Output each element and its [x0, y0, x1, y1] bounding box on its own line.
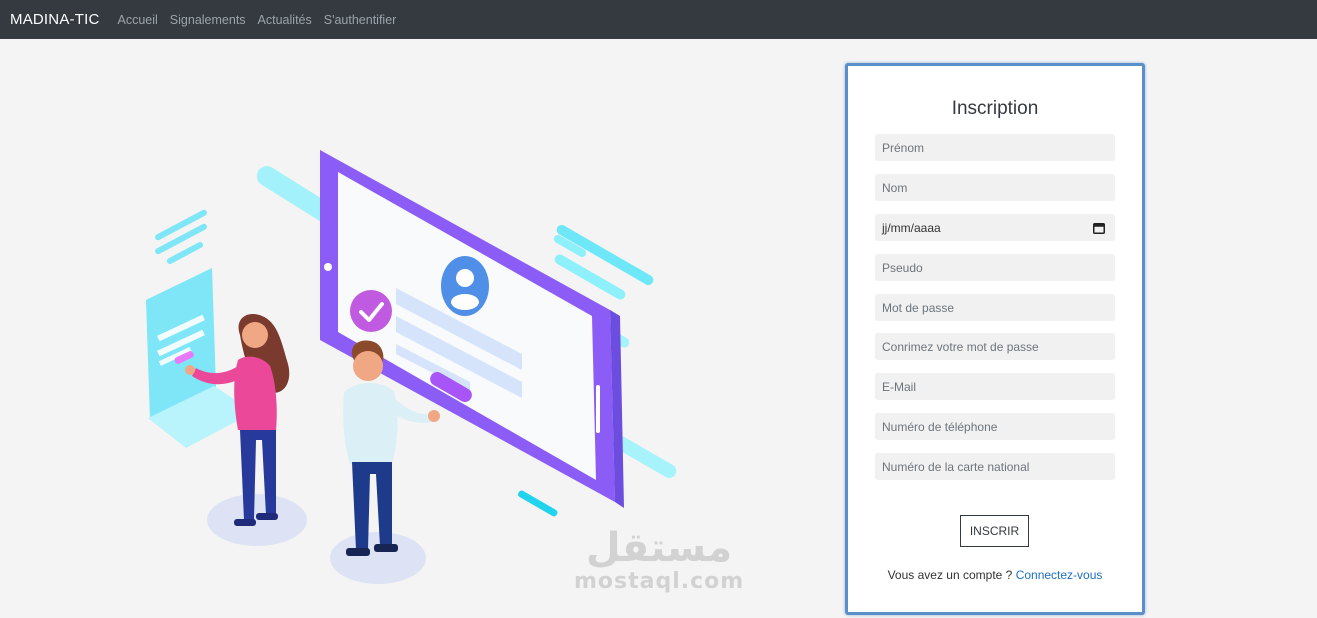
nom-input[interactable]: Nom: [875, 174, 1115, 201]
password-input[interactable]: Mot de passe: [875, 294, 1115, 321]
woman-shoe: [256, 513, 278, 520]
nav-link-authentifier[interactable]: S'authentifier: [324, 13, 397, 27]
phone-input[interactable]: Numéro de téléphone: [875, 413, 1115, 440]
navbar-brand[interactable]: MADINA-TIC: [10, 11, 100, 28]
prenom-placeholder: Prénom: [882, 140, 925, 155]
watermark-latin: mostaql.com: [574, 569, 745, 594]
pseudo-input[interactable]: Pseudo: [875, 254, 1115, 281]
registration-illustration: [146, 150, 677, 584]
woman-torso: [234, 356, 277, 430]
prenom-input[interactable]: Prénom: [875, 134, 1115, 161]
confirm-password-placeholder: Conrimez votre mot de passe: [882, 339, 1039, 354]
tablet-home-bar: [596, 385, 600, 433]
confirm-password-input[interactable]: Conrimez votre mot de passe: [875, 333, 1115, 360]
woman-head: [242, 322, 268, 348]
watermark-arabic: مستقل: [585, 525, 733, 571]
deco-bar: [556, 225, 654, 285]
nav-link-signalements[interactable]: Signalements: [170, 13, 246, 27]
woman-hand: [185, 365, 195, 375]
woman-shoe: [234, 519, 256, 526]
login-prompt: Vous avez un compte ? Connectez-vous: [848, 568, 1142, 582]
floor-shadow-left: [207, 494, 307, 546]
birthdate-input[interactable]: jj/mm/aaaa: [875, 214, 1115, 241]
avatar-icon-head: [456, 269, 474, 287]
man-hand: [428, 410, 440, 422]
phone-placeholder: Numéro de téléphone: [882, 419, 998, 434]
top-navbar: MADINA-TIC Accueil Signalements Actualit…: [0, 0, 1317, 39]
form-title: Inscription: [951, 98, 1039, 119]
floor-shadow-right: [330, 532, 426, 584]
email-input[interactable]: E-Mail: [875, 373, 1115, 400]
email-placeholder: E-Mail: [882, 379, 917, 394]
check-icon: [350, 290, 392, 332]
password-placeholder: Mot de passe: [882, 300, 955, 315]
login-link[interactable]: Connectez-vous: [1016, 568, 1103, 582]
pseudo-placeholder: Pseudo: [882, 260, 923, 275]
national-id-input[interactable]: Numéro de la carte national: [875, 453, 1115, 480]
watermark: مستقل mostaql.com: [574, 526, 744, 594]
nav-link-accueil[interactable]: Accueil: [118, 13, 158, 27]
nom-placeholder: Nom: [882, 180, 908, 195]
login-prompt-text: Vous avez un compte ?: [887, 568, 1013, 582]
calendar-icon[interactable]: [1093, 222, 1105, 234]
birthdate-placeholder: jj/mm/aaaa: [882, 220, 941, 235]
avatar-icon-body: [451, 294, 479, 310]
man-shoe: [374, 544, 398, 552]
man-head: [353, 351, 383, 381]
nav-link-actualites[interactable]: Actualités: [258, 13, 312, 27]
inscrire-button[interactable]: INSCRIR: [960, 515, 1029, 547]
deco-bar: [518, 490, 558, 517]
tablet-camera: [324, 263, 332, 271]
man-shoe: [346, 548, 370, 556]
national-id-placeholder: Numéro de la carte national: [882, 459, 1030, 474]
registration-card: Inscription Prénom Nom jj/mm/aaaa Pseudo…: [845, 63, 1145, 615]
